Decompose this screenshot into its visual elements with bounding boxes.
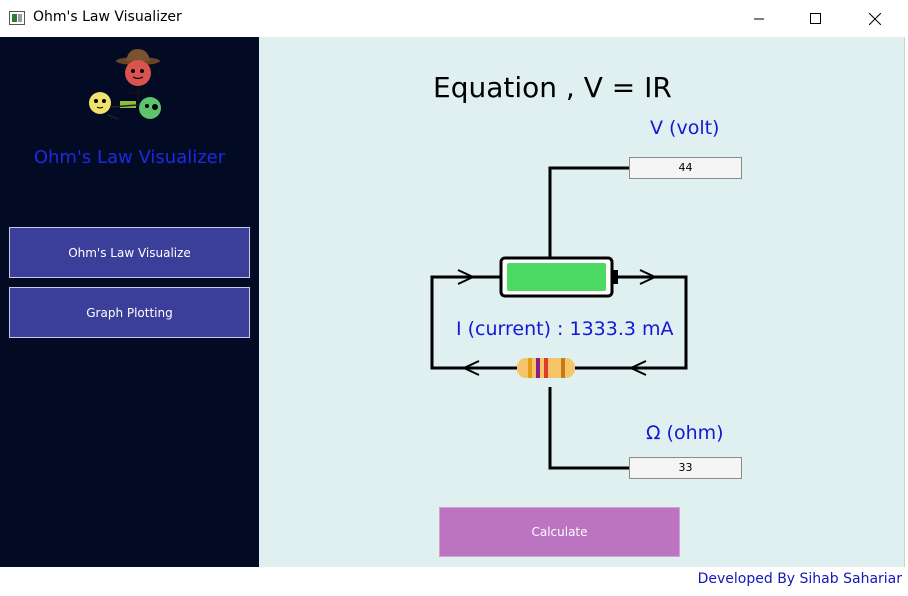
window-title: Ohm's Law Visualizer — [33, 9, 182, 25]
battery-icon — [499, 256, 618, 298]
footer: Developed By Sihab Sahariar — [0, 567, 908, 596]
developer-credit: Developed By Sihab Sahariar — [697, 571, 902, 587]
voltage-wire — [548, 166, 629, 257]
close-icon — [869, 12, 881, 25]
graph-plotting-button[interactable]: Graph Plotting — [9, 287, 250, 338]
main-panel: Equation , V = IR V (volt) 44 I (current… — [259, 37, 904, 567]
resistance-wire — [548, 387, 629, 470]
voltage-input[interactable]: 44 — [629, 157, 742, 179]
window-edge — [904, 37, 908, 567]
title-bar: Ohm's Law Visualizer — [0, 0, 908, 37]
close-button[interactable] — [852, 0, 898, 37]
equation-title: Equation , V = IR — [433, 71, 672, 104]
sidebar-title: Ohm's Law Visualizer — [33, 147, 226, 168]
resistance-input[interactable]: 33 — [629, 457, 742, 479]
minimize-icon — [754, 18, 764, 19]
sidebar: Ohm's Law Visualizer Ohm's Law Visualize… — [0, 37, 259, 567]
app-icon — [9, 11, 25, 25]
circuit-diagram — [430, 166, 688, 470]
maximize-icon — [809, 13, 821, 24]
resistance-label: Ω (ohm) — [646, 422, 724, 444]
minimize-button[interactable] — [736, 0, 782, 37]
resistor-icon — [517, 358, 575, 378]
calculate-button[interactable]: Calculate — [439, 507, 680, 557]
maximize-button[interactable] — [792, 0, 838, 37]
ohms-law-visualize-button[interactable]: Ohm's Law Visualize — [9, 227, 250, 278]
voltage-label: V (volt) — [650, 117, 720, 139]
cartoon-characters-logo-icon — [89, 49, 161, 120]
current-readout: I (current) : 1333.3 mA — [456, 318, 674, 340]
app-window: Ohm's Law Visualizer Ohm's Law Visualize… — [0, 0, 908, 596]
